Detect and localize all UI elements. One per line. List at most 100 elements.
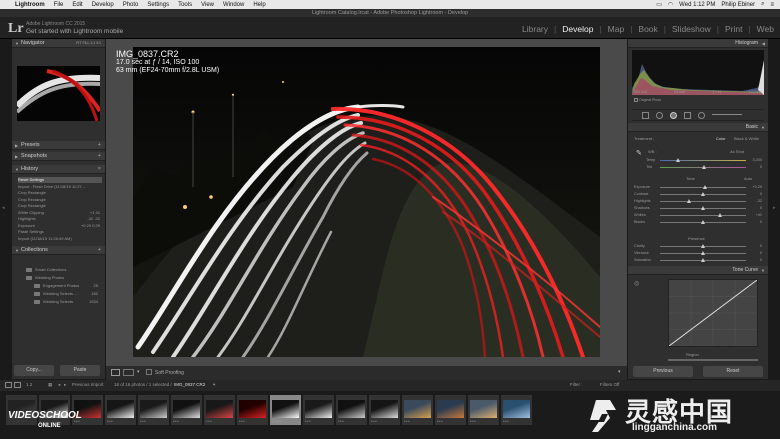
- menu-clock[interactable]: Wed 1:12 PM: [679, 2, 715, 8]
- menu-develop[interactable]: Develop: [92, 2, 114, 8]
- filmstrip-thumbnail[interactable]: ***: [501, 395, 532, 425]
- filmstrip-thumbnail[interactable]: ***: [369, 395, 400, 425]
- tint-slider-knob[interactable]: [702, 165, 706, 169]
- add-snapshot-icon[interactable]: +: [98, 152, 101, 161]
- original-photo-checkbox[interactable]: [634, 98, 638, 103]
- filter-value[interactable]: Filters Off: [600, 382, 619, 387]
- treatment-bw[interactable]: Black & White: [734, 136, 759, 141]
- menu-tools[interactable]: Tools: [178, 2, 192, 8]
- module-library[interactable]: Library: [522, 24, 548, 34]
- tint-value[interactable]: 0: [760, 165, 762, 170]
- slider-value[interactable]: +41: [756, 213, 762, 218]
- histogram-header[interactable]: Histogram ◀: [628, 39, 768, 48]
- module-slideshow[interactable]: Slideshow: [672, 24, 711, 34]
- filmstrip-thumbnail[interactable]: ***: [303, 395, 334, 425]
- before-after-view-icon[interactable]: [123, 369, 134, 376]
- menu-view[interactable]: View: [201, 2, 214, 8]
- slider-blacks[interactable]: Blacks 0: [634, 220, 762, 225]
- spot-removal-icon[interactable]: [656, 112, 663, 119]
- clear-history-icon[interactable]: ×: [98, 165, 101, 174]
- main-window-icon[interactable]: [5, 382, 12, 388]
- menu-photo[interactable]: Photo: [123, 2, 139, 8]
- filmstrip-thumbnail[interactable]: ***: [138, 395, 169, 425]
- slider-knob[interactable]: [701, 251, 705, 255]
- filmstrip-thumbnail[interactable]: ***: [105, 395, 136, 425]
- menu-settings[interactable]: Settings: [147, 2, 169, 8]
- module-book[interactable]: Book: [638, 24, 657, 34]
- paste-button[interactable]: Paste: [60, 365, 100, 376]
- main-photo[interactable]: [133, 47, 600, 357]
- crop-tool-icon[interactable]: [642, 112, 649, 119]
- identity-line-2[interactable]: Get started with Lightroom mobile: [26, 28, 123, 36]
- slider-track[interactable]: [660, 215, 746, 216]
- slider-clarity[interactable]: Clarity 0: [634, 244, 762, 249]
- collection-item[interactable]: Engagement Photos 25: [34, 282, 98, 290]
- slider-value[interactable]: 0: [760, 258, 762, 263]
- red-eye-icon[interactable]: [670, 112, 677, 119]
- history-item[interactable]: Crop Rectangle: [18, 190, 102, 196]
- tone-auto-button[interactable]: Auto: [744, 176, 752, 181]
- copy-button[interactable]: Copy...: [14, 365, 54, 376]
- slider-contrast[interactable]: Contrast 0: [634, 192, 762, 197]
- notifications-icon[interactable]: ≡: [770, 2, 774, 8]
- slider-value[interactable]: 0: [760, 244, 762, 249]
- wifi-icon[interactable]: ◠: [668, 1, 673, 8]
- add-preset-icon[interactable]: +: [98, 141, 101, 150]
- history-item[interactable]: Import - Flash Drive (11/18/15 11:27...: [18, 184, 102, 190]
- second-window-icon[interactable]: [14, 382, 21, 388]
- slider-value[interactable]: 0: [760, 206, 762, 211]
- temp-slider[interactable]: Temp 3,200: [634, 158, 762, 163]
- slider-knob[interactable]: [718, 213, 723, 217]
- filmstrip-thumbnail[interactable]: ***: [171, 395, 202, 425]
- wb-eyedropper-icon[interactable]: ✎: [636, 149, 642, 157]
- temp-slider-knob[interactable]: [676, 158, 680, 162]
- radial-filter-icon[interactable]: [698, 112, 705, 119]
- history-item[interactable]: Highlights -32 -32: [18, 216, 102, 222]
- slider-vibrance[interactable]: Vibrance 0: [634, 251, 762, 256]
- module-develop[interactable]: Develop: [562, 24, 593, 34]
- collection-item[interactable]: Wedding Selects 1934: [34, 298, 98, 306]
- battery-icon[interactable]: ▭: [656, 1, 662, 8]
- left-panel-toggle-icon[interactable]: ◂: [2, 205, 5, 211]
- history-item[interactable]: Paste Settings: [18, 229, 102, 235]
- history-item[interactable]: Reset Settings: [18, 177, 102, 183]
- targeted-adjustment-icon[interactable]: ◎: [634, 280, 639, 287]
- filmstrip-thumbnail[interactable]: *****: [270, 395, 301, 425]
- slider-value[interactable]: -32: [757, 199, 763, 204]
- back-arrow-icon[interactable]: ◂: [58, 382, 60, 388]
- snapshots-header[interactable]: ▶ Snapshots +: [12, 152, 105, 161]
- menu-window[interactable]: Window: [223, 2, 244, 8]
- slider-shadows[interactable]: Shadows 0: [634, 206, 762, 211]
- collection-item[interactable]: Wedding Photos: [26, 274, 98, 282]
- menu-user[interactable]: Philip Ebiner: [721, 2, 755, 8]
- menu-edit[interactable]: Edit: [72, 2, 82, 8]
- temp-value[interactable]: 3,200: [752, 158, 762, 163]
- slider-track[interactable]: [660, 201, 746, 202]
- navigator-zoom-options[interactable]: FIT FILL 1:1 3:1: [76, 39, 101, 48]
- filmstrip-source[interactable]: Previous Import: [72, 382, 104, 387]
- forward-arrow-icon[interactable]: ▸: [64, 382, 66, 388]
- filmstrip-pages[interactable]: 1 2: [26, 382, 32, 387]
- navigator-header[interactable]: ▼ Navigator FIT FILL 1:1 3:1: [12, 39, 105, 48]
- filmstrip-thumbnail[interactable]: ***: [402, 395, 433, 425]
- slider-whites[interactable]: Whites +41: [634, 213, 762, 218]
- module-print[interactable]: Print: [725, 24, 742, 34]
- right-panel-toggle-icon[interactable]: ▸: [773, 205, 776, 211]
- slider-saturation[interactable]: Saturation 0: [634, 258, 762, 263]
- slider-knob[interactable]: [701, 244, 705, 248]
- filmstrip-thumbnail[interactable]: ***: [336, 395, 367, 425]
- histogram-graph[interactable]: [632, 50, 764, 95]
- soft-proofing-checkbox[interactable]: [146, 369, 152, 375]
- curve-split-bar[interactable]: [668, 359, 758, 361]
- previous-button[interactable]: Previous: [633, 366, 693, 377]
- slider-value[interactable]: 0: [760, 220, 762, 225]
- wb-value[interactable]: As Shot: [730, 149, 744, 154]
- tint-slider[interactable]: Tint 0: [634, 165, 762, 170]
- loupe-view-icon[interactable]: [111, 369, 120, 376]
- reset-button[interactable]: Reset: [703, 366, 763, 377]
- filmstrip-thumbnail[interactable]: ***: [204, 395, 235, 425]
- slider-knob[interactable]: [701, 220, 705, 224]
- history-item[interactable]: Exposure +0.29 0.29: [18, 223, 102, 229]
- before-after-dropdown-icon[interactable]: ▾: [137, 369, 140, 375]
- slider-knob[interactable]: [701, 258, 705, 262]
